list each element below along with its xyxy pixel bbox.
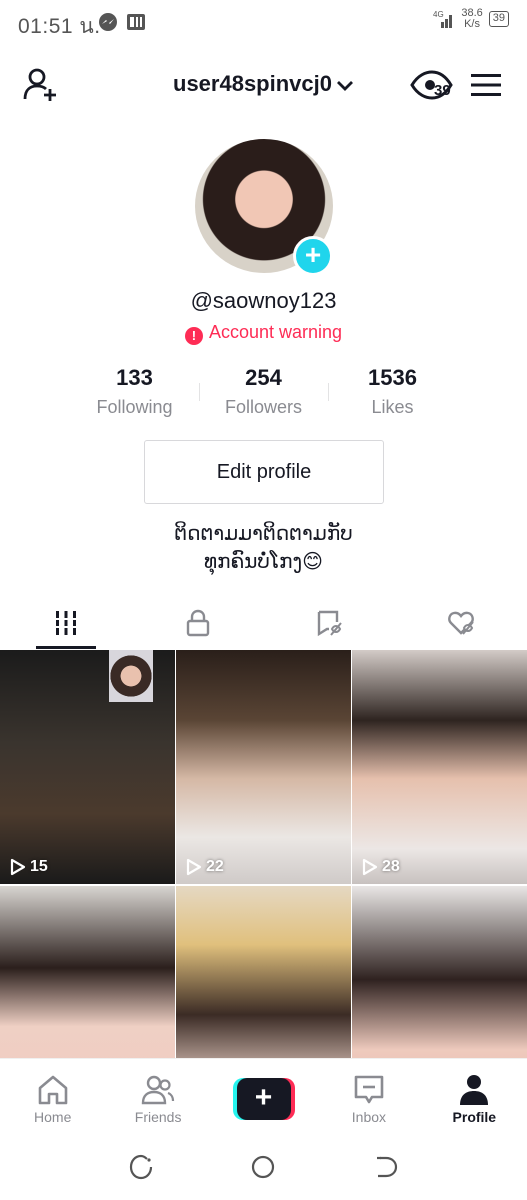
messenger-icon bbox=[99, 13, 117, 31]
nav-label: Inbox bbox=[351, 1108, 387, 1125]
app-notification-icon bbox=[127, 14, 145, 30]
lock-icon bbox=[186, 609, 209, 637]
play-icon bbox=[362, 858, 378, 876]
stat-label: Following bbox=[96, 397, 173, 417]
account-warning[interactable]: ! Account warning bbox=[0, 322, 527, 345]
view-count: 28 bbox=[362, 858, 400, 876]
tab-tagged[interactable] bbox=[264, 597, 396, 649]
divider bbox=[328, 383, 329, 401]
profile-stats: 133 Following 254 Followers 1536 Likes bbox=[70, 365, 457, 425]
tab-videos[interactable] bbox=[0, 597, 132, 649]
network-speed: 38.6 K/s bbox=[461, 7, 483, 30]
profile-bio: ຕິດຕາມມາຕິດຕາມກັບ ທຸກຄົນບໍ່ໂກງ😊 bbox=[0, 520, 527, 576]
play-icon bbox=[10, 858, 26, 876]
status-time: 01:51 น. bbox=[18, 15, 101, 38]
nav-label: Home bbox=[34, 1108, 72, 1125]
profile-views-count: 39 bbox=[434, 82, 451, 99]
stat-label: Followers bbox=[224, 397, 303, 417]
tab-liked[interactable] bbox=[395, 597, 527, 649]
profile-icon bbox=[460, 1074, 489, 1105]
active-tab-indicator bbox=[36, 646, 96, 649]
nav-label: Profile bbox=[452, 1108, 497, 1125]
stat-label: Likes bbox=[371, 397, 414, 417]
video-grid: 15 22 28 bbox=[0, 650, 527, 1120]
plus-icon: + bbox=[236, 1077, 291, 1120]
stat-value: 133 bbox=[116, 365, 153, 390]
liked-icon bbox=[448, 611, 475, 635]
stat-followers[interactable]: 254 Followers bbox=[199, 365, 328, 425]
nav-inbox[interactable]: Inbox bbox=[316, 1059, 421, 1134]
username-label: user48spinvcj0 bbox=[173, 71, 332, 96]
nav-create[interactable]: + bbox=[211, 1059, 316, 1134]
divider bbox=[199, 383, 200, 401]
battery-indicator: 39 bbox=[488, 11, 509, 27]
create-button[interactable]: + bbox=[232, 1077, 295, 1120]
friends-icon bbox=[141, 1075, 175, 1104]
bottom-nav: Home Friends + Inbox Profile bbox=[0, 1058, 527, 1134]
videos-grid-icon bbox=[53, 611, 78, 635]
profile-handle: @saownoy123 bbox=[190, 288, 337, 313]
bio-line: ທຸກຄົນບໍ່ໂກງ😊 bbox=[203, 551, 324, 573]
view-count: 15 bbox=[10, 858, 48, 876]
nav-label: Friends bbox=[134, 1108, 182, 1125]
stat-following[interactable]: 133 Following bbox=[70, 365, 199, 425]
stat-likes[interactable]: 1536 Likes bbox=[328, 365, 457, 425]
warning-icon: ! bbox=[184, 327, 203, 345]
chevron-down-icon bbox=[336, 72, 354, 98]
stat-value: 254 bbox=[245, 365, 282, 390]
nav-home[interactable]: Home bbox=[0, 1059, 105, 1134]
bio-line: ຕິດຕາມມາຕິດຕາມກັບ bbox=[174, 523, 353, 545]
status-bar: 01:51 น. 4G 38.6 K/s 39 bbox=[0, 0, 527, 50]
system-nav-bar bbox=[0, 1134, 527, 1200]
edit-profile-button[interactable]: Edit profile bbox=[144, 440, 384, 504]
profile-tabs bbox=[0, 597, 527, 649]
add-avatar-button[interactable]: + bbox=[293, 236, 333, 276]
recent-apps-icon[interactable] bbox=[127, 1153, 155, 1181]
profile-header: user48spinvcj0 39 bbox=[0, 55, 527, 115]
account-warning-label: Account warning bbox=[208, 322, 343, 342]
signal-icon: 4G bbox=[433, 10, 453, 28]
video-thumbnail[interactable]: 22 bbox=[176, 650, 351, 884]
stat-value: 1536 bbox=[368, 365, 417, 390]
back-icon[interactable] bbox=[372, 1153, 400, 1181]
video-inset bbox=[109, 650, 153, 702]
home-icon bbox=[38, 1075, 68, 1104]
nav-profile[interactable]: Profile bbox=[422, 1059, 527, 1134]
inbox-icon bbox=[354, 1075, 384, 1103]
menu-icon[interactable] bbox=[471, 73, 501, 97]
view-count: 22 bbox=[186, 858, 224, 876]
nav-friends[interactable]: Friends bbox=[105, 1059, 210, 1134]
tab-private[interactable] bbox=[132, 597, 264, 649]
video-thumbnail[interactable]: 28 bbox=[352, 650, 527, 884]
tagged-icon bbox=[318, 610, 343, 637]
video-thumbnail[interactable]: 15 bbox=[0, 650, 175, 884]
play-icon bbox=[186, 858, 202, 876]
svg-text:4G: 4G bbox=[433, 10, 444, 19]
home-button-icon[interactable] bbox=[249, 1153, 277, 1181]
